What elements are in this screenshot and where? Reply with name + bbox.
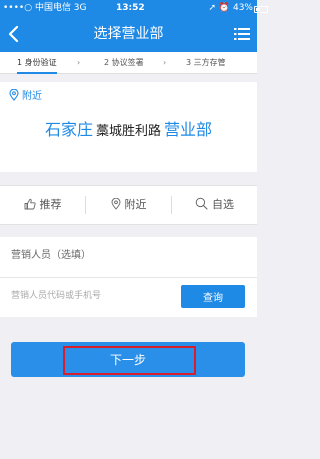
divider (0, 277, 257, 278)
next-step-button[interactable]: 下一步 (11, 342, 245, 377)
menu-button[interactable] (233, 25, 251, 43)
nearby-branch-card: 附近 石家庄 藁城胜利路 营业部 (0, 82, 257, 172)
carrier-label: ••••○ 中国电信 3G (3, 3, 87, 13)
tab-nearby[interactable]: 附近 (86, 186, 171, 224)
tab-nearby-label: 附近 (124, 198, 147, 211)
thumbs-up-icon (24, 198, 36, 210)
salesperson-label: 营销人员（选填） (11, 250, 91, 261)
step-agreement: 2 协议签署 (104, 58, 144, 67)
salesperson-code-input[interactable] (11, 286, 171, 306)
status-bar: ••••○ 中国电信 3G 13:52 ➚ ⏰ 43% (0, 0, 268, 17)
nearby-header: 附近 (9, 88, 42, 104)
branch-name[interactable]: 石家庄 藁城胜利路 营业部 (0, 120, 257, 142)
alarm-icon: ⏰ (218, 3, 231, 13)
page-title: 选择营业部 (93, 26, 164, 42)
nav-bar: 选择营业部 (0, 17, 257, 52)
tab-custom-label: 自选 (212, 198, 234, 211)
search-icon (195, 197, 208, 210)
location-arrow-icon: ➚ (208, 3, 217, 13)
tab-recommend[interactable]: 推荐 (0, 186, 85, 224)
status-right: ➚ ⏰ 43% (208, 3, 268, 14)
location-pin-icon (9, 88, 19, 101)
nearby-label: 附近 (22, 91, 42, 102)
step-arrow: › (77, 58, 81, 67)
battery-icon (254, 6, 268, 13)
clock: 13:52 (116, 3, 145, 13)
branch-city: 石家庄 (44, 120, 93, 139)
tab-recommend-label: 推荐 (39, 198, 62, 211)
query-button[interactable]: 查询 (181, 285, 245, 308)
step-arrow: › (163, 58, 167, 67)
battery-percent: 43% (232, 3, 253, 13)
step-indicator: 1 身份验证 › 2 协议签署 › 3 三方存管 (0, 52, 257, 74)
location-pin-icon (111, 197, 120, 210)
step-identity: 1 身份验证 (17, 52, 57, 74)
branch-tabs: 推荐 附近 自选 (0, 185, 257, 225)
tab-custom[interactable]: 自选 (172, 186, 257, 224)
list-menu-icon (234, 28, 250, 40)
branch-street: 藁城胜利路 (95, 124, 161, 139)
salesperson-form: 营销人员（选填） 查询 (0, 237, 257, 317)
branch-suffix: 营业部 (164, 120, 213, 139)
step-custody: 3 三方存管 (186, 58, 226, 67)
battery-fill (256, 8, 261, 11)
